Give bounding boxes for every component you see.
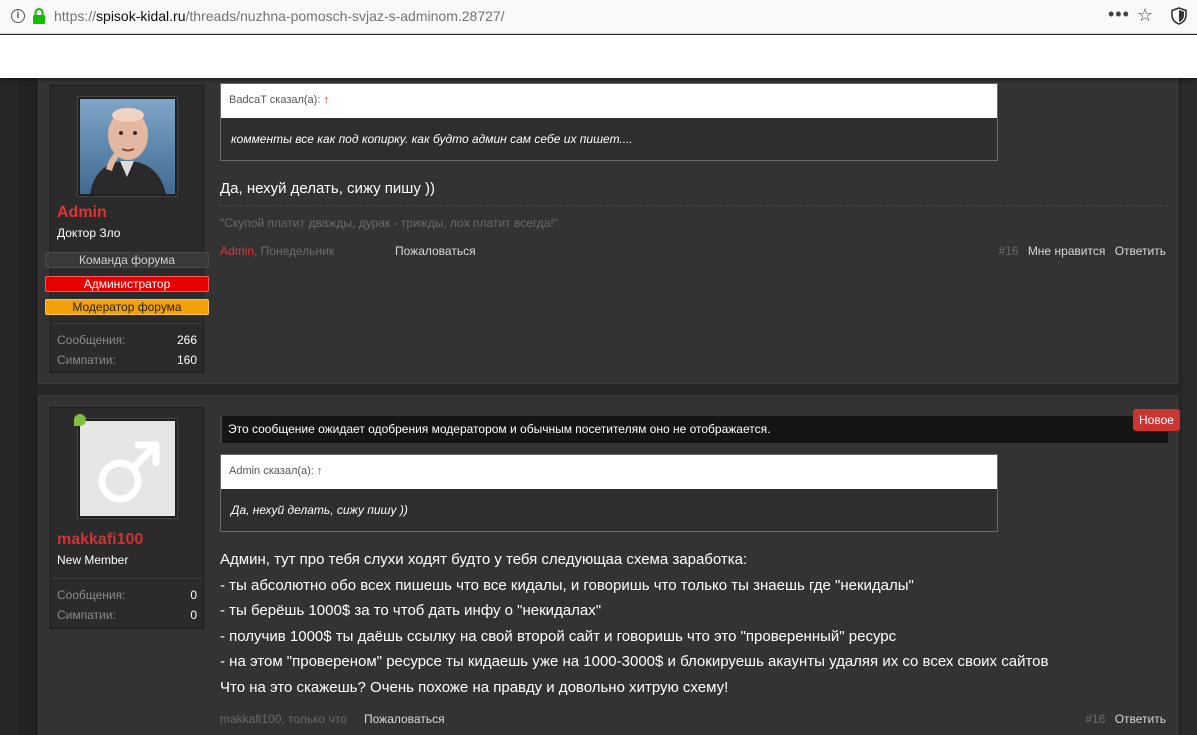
post-admin: Admin Доктор Зло Команда форума Админист… xyxy=(38,78,1178,384)
stat-messages: Сообщения: 0 xyxy=(57,588,197,602)
message-line: - ты абсолютно обо всех пишешь что все к… xyxy=(220,576,914,594)
badge-moderator: Модератор форума xyxy=(45,299,209,315)
report-button[interactable]: Пожаловаться xyxy=(364,712,445,726)
user-info-panel: makkafi100 New Member Сообщения: 0 Симпа… xyxy=(50,407,204,629)
quote-header: Admin сказал(а): ↑ xyxy=(221,455,997,489)
url-path: /threads/nuzhna-pomosch-svjaz-s-adminom.… xyxy=(185,8,505,24)
default-male-avatar-icon xyxy=(80,421,175,516)
stat-value: 160 xyxy=(176,353,197,367)
post-actions: #16 Мне нравится Ответить xyxy=(992,244,1166,258)
quote-author: BadcaT сказал(а): xyxy=(229,94,321,106)
moderation-pending-notice: Это сообщение ожидает одобрения модерато… xyxy=(220,416,1168,443)
stat-value[interactable]: 266 xyxy=(177,333,197,347)
quote-jump-icon[interactable]: ↑ xyxy=(323,94,329,106)
stats-divider xyxy=(51,578,203,579)
quote-text: комменты все как под копирку. как будто … xyxy=(221,118,997,160)
post-number[interactable]: #16 xyxy=(998,244,1018,258)
stat-likes: Симпатии: 0 xyxy=(57,608,197,622)
avatar[interactable] xyxy=(77,96,178,197)
quote-jump-icon[interactable]: ↑ xyxy=(317,465,323,477)
lock-icon[interactable] xyxy=(32,8,46,24)
browser-urlbar: i https://spisok-kidal.ru/threads/nuzhna… xyxy=(0,0,1197,34)
stat-likes: Симпатии: 160 xyxy=(57,353,197,367)
stat-messages: Сообщения: 266 xyxy=(57,333,197,347)
reply-button[interactable]: Ответить xyxy=(1115,244,1166,258)
user-title: New Member xyxy=(57,553,129,567)
badge-forum-team: Команда форума xyxy=(45,252,209,268)
user-info-panel: Admin Доктор Зло Команда форума Админист… xyxy=(45,85,209,373)
left-rail xyxy=(18,78,38,735)
post-meta: Admin, Понедельник xyxy=(220,244,334,258)
user-title: Доктор Зло xyxy=(57,226,121,240)
post-actions: #16 Ответить xyxy=(1079,712,1166,726)
avatar-image xyxy=(80,99,175,194)
address-bar-url[interactable]: https://spisok-kidal.ru/threads/nuzhna-p… xyxy=(54,8,505,24)
stat-value: 0 xyxy=(190,608,197,622)
stats-divider xyxy=(51,323,203,324)
username[interactable]: Admin xyxy=(57,204,107,222)
quote-header: BadcaT сказал(а): ↑ xyxy=(221,84,997,118)
post-meta: makkafi100, только что xyxy=(220,712,347,726)
stat-label: Сообщения: xyxy=(57,588,126,602)
report-button[interactable]: Пожаловаться xyxy=(395,244,476,258)
like-button[interactable]: Мне нравится xyxy=(1028,244,1106,258)
message-line: - получив 1000$ ты даёшь ссылку на свой … xyxy=(220,627,897,645)
stat-label: Симпатии: xyxy=(57,353,116,367)
page-scrollbar[interactable] xyxy=(1183,78,1197,735)
post-number[interactable]: #16 xyxy=(1085,712,1105,726)
quote-author: Admin сказал(а): xyxy=(229,465,314,477)
message-line: Что на это скажешь? Очень похоже на прав… xyxy=(220,678,729,696)
message-line: Да, нехуй делать, сижу пишу )) xyxy=(220,180,436,197)
post-date[interactable]: , Понедельник xyxy=(254,244,334,258)
message-body: Админ, тут про тебя слухи ходят будто у … xyxy=(220,547,1048,700)
quote-block: BadcaT сказал(а): ↑ комменты все как под… xyxy=(220,83,998,161)
signature-divider xyxy=(220,205,1168,206)
reply-button[interactable]: Ответить xyxy=(1115,712,1166,726)
site-header-bar xyxy=(0,35,1197,78)
stat-label: Симпатии: xyxy=(57,608,116,622)
stat-label: Сообщения: xyxy=(57,333,126,347)
quote-block: Admin сказал(а): ↑ Да, нехуй делать, сиж… xyxy=(220,454,998,532)
message-line: Админ, тут про тебя слухи ходят будто у … xyxy=(220,551,748,568)
post-makkafi100: makkafi100 New Member Сообщения: 0 Симпа… xyxy=(38,395,1180,735)
badge-administrator: Администратор xyxy=(45,276,209,292)
site-info-icon[interactable]: i xyxy=(11,9,25,23)
post-date[interactable]: , только что xyxy=(281,712,346,726)
username[interactable]: makkafi100 xyxy=(57,531,143,549)
signature: "Скупой платит дважды, дурак - трижды, л… xyxy=(220,216,558,230)
message-line: - ты берёшь 1000$ за то чтоб дать инфу о… xyxy=(220,602,602,619)
message-line: - на этом "провереном" ресурсе ты кидаеш… xyxy=(220,653,1049,670)
post-author-link[interactable]: makkafi100 xyxy=(220,712,281,726)
page-actions-icon[interactable]: ••• xyxy=(1108,4,1130,25)
message-body: Да, нехуй делать, сижу пишу )) xyxy=(220,176,435,202)
bookmark-star-icon[interactable]: ☆ xyxy=(1137,5,1153,26)
url-protocol: https:// xyxy=(54,8,97,24)
avatar[interactable] xyxy=(77,418,178,519)
url-host: spisok-kidal.ru xyxy=(96,8,186,24)
quote-text: Да, нехуй делать, сижу пишу )) xyxy=(221,489,997,531)
online-status-icon xyxy=(74,414,86,426)
tracking-shield-icon[interactable] xyxy=(1171,7,1187,25)
new-badge: Новое xyxy=(1133,409,1180,431)
post-author-link[interactable]: Admin xyxy=(220,244,254,258)
stat-value[interactable]: 0 xyxy=(190,588,197,602)
